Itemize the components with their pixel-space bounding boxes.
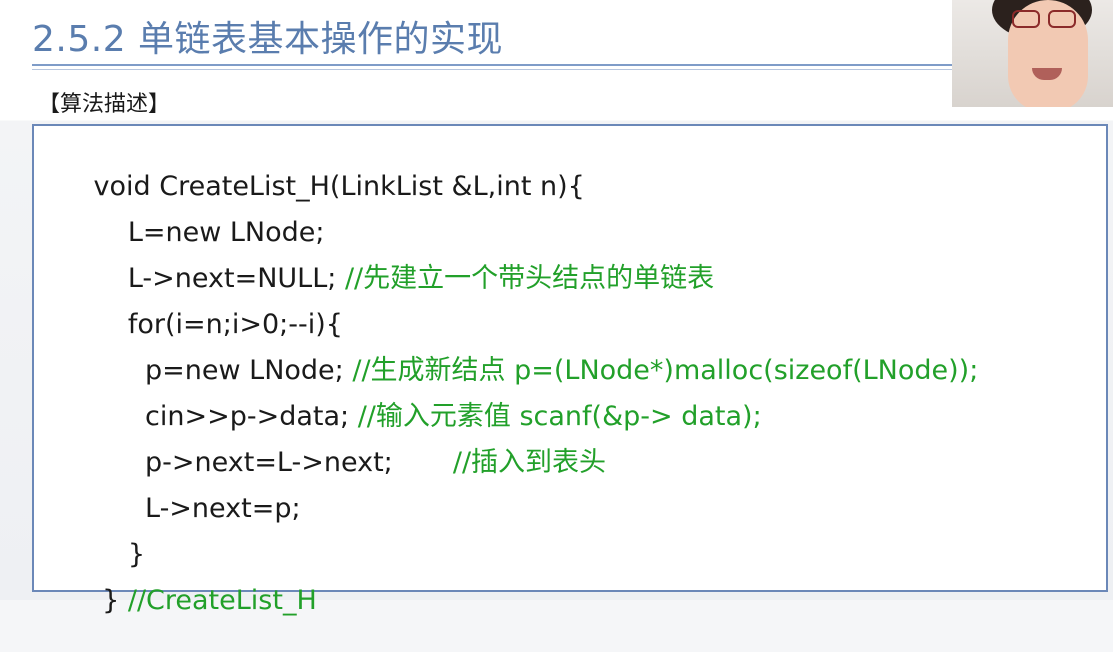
code-comment: //插入到表头 (452, 447, 607, 478)
glasses-right (1048, 10, 1076, 28)
title-underline (32, 64, 952, 66)
code-comment: //先建立一个带头结点的单链表 (344, 263, 715, 294)
slide: 2.5.2 单链表基本操作的实现 【算法描述】 void CreateList_… (0, 0, 1113, 616)
section-label: 【算法描述】 (38, 92, 171, 117)
code-line: } //CreateList_H (42, 550, 317, 652)
glasses-left (1012, 10, 1040, 28)
title-underline-thin (32, 69, 952, 70)
code-text: } (93, 585, 128, 616)
code-comment: //CreateList_H (127, 585, 317, 616)
slide-title: 2.5.2 单链表基本操作的实现 (32, 19, 504, 60)
webcam-overlay (952, 0, 1113, 107)
code-block: void CreateList_H(LinkList &L,int n){ L=… (32, 124, 1108, 616)
